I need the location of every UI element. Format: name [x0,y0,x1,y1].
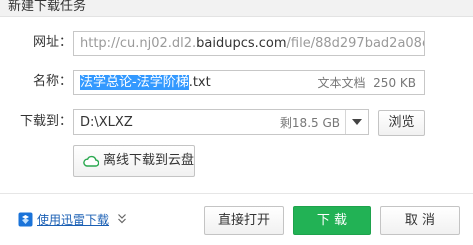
download-to-label: 下载到： [20,114,73,129]
url-domain: baidupcs.com [196,36,287,51]
browse-button[interactable]: 浏览 [378,110,425,136]
download-button[interactable]: 下 载 [293,206,371,235]
name-label: 名称： [33,74,73,89]
url-suffix: /file/88d297bad2a08ef093c [286,36,424,51]
filename-extension: .txt [188,75,211,90]
save-path-dropdown[interactable]: D:\XLXZ 剩18.5 GB [73,109,369,135]
url-label: 网址： [33,35,73,50]
thunder-icon[interactable] [18,212,33,227]
open-directly-button[interactable]: 直接打开 [204,206,284,235]
url-prefix: http://cu.nj02.dl2. [80,36,197,51]
filename-selected-text: 法学总论-法学阶梯 [80,75,189,90]
file-type: 文本文档 [317,76,366,90]
chevron-down-icon [352,119,362,125]
double-chevron-down-icon[interactable] [118,214,126,224]
url-value: http://cu.nj02.dl2.baidupcs.com/file/88d… [80,36,424,52]
use-thunder-link[interactable]: 使用迅雷下载 [37,212,109,228]
cancel-button[interactable]: 取 消 [380,206,460,235]
filename-field[interactable]: 法学总论-法学阶梯.txt 文本文档 250 KB [73,70,425,95]
dialog-title: 新建下载任务 [8,0,87,14]
footer-divider [0,193,473,194]
new-download-dialog: 新建下载任务 网址： http://cu.nj02.dl2.baidupcs.c… [0,0,473,245]
offline-cloud-label: 离线下载到云盘 [103,153,195,168]
file-size: 250 KB [373,76,416,90]
save-path-value: D:\XLXZ [80,115,133,130]
free-space: 剩18.5 GB [279,116,340,130]
filename-value: 法学总论-法学阶梯.txt [80,75,211,91]
title-bar: 新建下载任务 [0,0,473,17]
file-info: 文本文档 250 KB [318,75,416,91]
dropdown-toggle[interactable] [345,110,368,134]
cloud-icon [83,155,99,167]
offline-cloud-button[interactable]: 离线下载到云盘 [73,145,195,177]
url-field[interactable]: http://cu.nj02.dl2.baidupcs.com/file/88d… [73,31,425,56]
